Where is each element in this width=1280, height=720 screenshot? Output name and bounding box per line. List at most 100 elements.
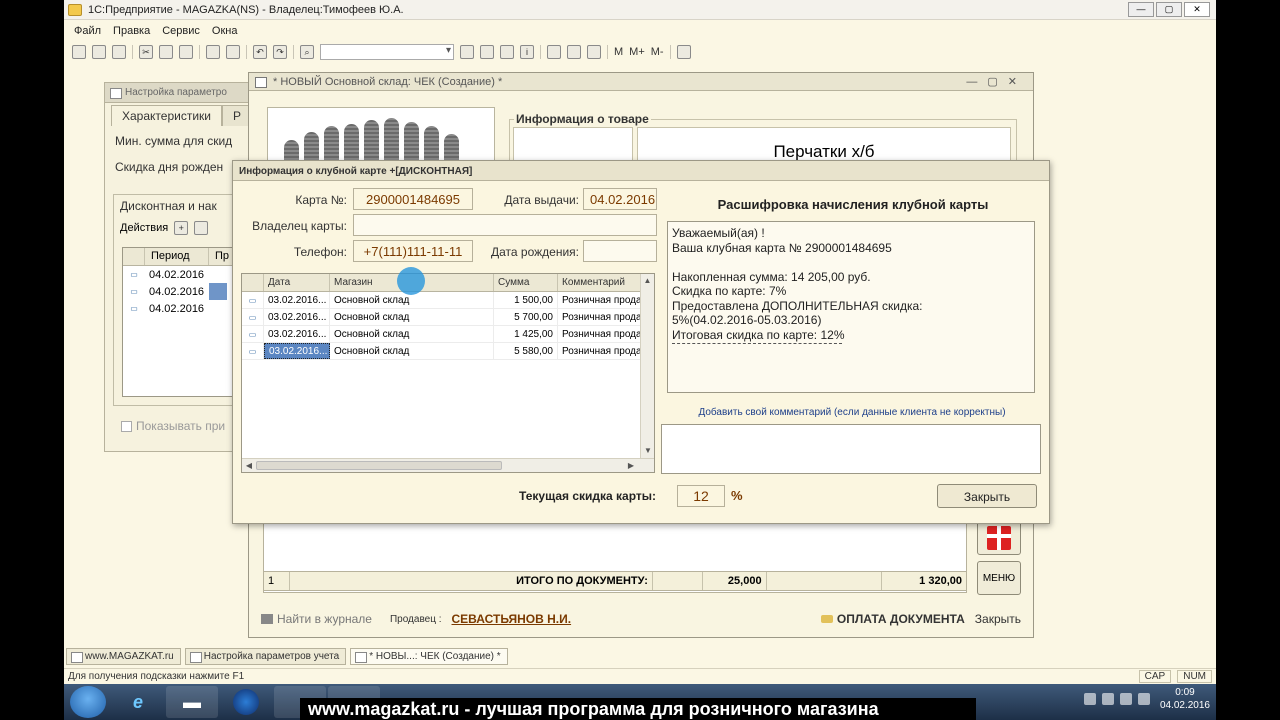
- add-icon[interactable]: +: [174, 221, 189, 235]
- open-icon[interactable]: [92, 45, 106, 59]
- new-doc-icon[interactable]: [72, 45, 86, 59]
- search-icon[interactable]: ⌕: [300, 45, 314, 59]
- find-in-journal[interactable]: Найти в журнале: [261, 612, 372, 626]
- issue-date-label: Дата выдачи:: [504, 193, 579, 207]
- window-tabs-bar: www.MAGAZKAT.ru Настройка параметров уче…: [64, 646, 1216, 666]
- calculator-icon[interactable]: [567, 45, 581, 59]
- users-icon[interactable]: [587, 45, 601, 59]
- promo-banner: www.magazkat.ru - лучшая программа для р…: [300, 698, 976, 720]
- bluetooth-icon[interactable]: [1101, 693, 1114, 705]
- app-logo-icon: [68, 3, 82, 16]
- memory-minus-button[interactable]: M-: [651, 46, 664, 58]
- volume-icon[interactable]: [1083, 693, 1096, 705]
- row-icon: ▭: [242, 292, 264, 308]
- decode-text-box: Уважаемый(ая) ! Ваша клубная карта № 290…: [667, 221, 1035, 393]
- menu-service[interactable]: Сервис: [158, 25, 204, 37]
- row-icon: ▭: [242, 343, 264, 359]
- comment-input[interactable]: [661, 424, 1041, 474]
- find-prev-icon[interactable]: [480, 45, 494, 59]
- card-number-field[interactable]: 2900001484695: [353, 188, 473, 210]
- toolbar: ✂ ↶ ↷ ⌕ i M M+ M-: [64, 42, 1216, 62]
- pay-document-button[interactable]: ОПЛАТА ДОКУМЕНТА: [820, 612, 965, 626]
- cut-icon[interactable]: ✂: [139, 45, 153, 59]
- tools-icon[interactable]: [676, 45, 691, 59]
- dialog-close-button[interactable]: Закрыть: [937, 484, 1037, 508]
- birth-date-field[interactable]: [583, 240, 657, 262]
- memory-button[interactable]: M: [614, 46, 623, 58]
- col-date[interactable]: Дата: [264, 274, 330, 291]
- menu-button[interactable]: МЕНЮ: [977, 561, 1021, 595]
- col-comment[interactable]: Комментарий: [558, 274, 642, 291]
- menu-windows[interactable]: Окна: [208, 25, 242, 37]
- product-info-legend: Информация о товаре: [514, 112, 651, 126]
- birth-date-label: Дата рождения:: [491, 245, 579, 259]
- gift-button[interactable]: [977, 521, 1021, 555]
- copy-icon[interactable]: [159, 45, 173, 59]
- print-icon[interactable]: [206, 45, 220, 59]
- col-sum[interactable]: Сумма: [494, 274, 558, 291]
- dialog-title: Информация о клубной карте +[ДИСКОНТНАЯ]: [233, 161, 1049, 181]
- add-copy-icon[interactable]: [194, 221, 209, 235]
- close-app-button[interactable]: ✕: [1184, 2, 1210, 17]
- decode-title: Расшифровка начисления клубной карты: [717, 197, 989, 212]
- money-icon: [820, 615, 833, 623]
- window-tab-settings[interactable]: Настройка параметров учета: [184, 647, 347, 665]
- menu-bar: Файл Правка Сервис Окна: [64, 22, 1216, 40]
- minimize-button[interactable]: —: [1128, 2, 1154, 17]
- discount-value: 12: [677, 485, 725, 507]
- desktop-screen: 1С:Предприятие - MAGAZKA(NS) - Владелец:…: [64, 0, 1216, 720]
- col-period[interactable]: Период: [145, 248, 209, 265]
- owner-field[interactable]: [353, 214, 657, 236]
- save-icon[interactable]: [112, 45, 126, 59]
- table-icon[interactable]: [547, 45, 561, 59]
- show-label: Показывать при: [136, 419, 226, 433]
- app-title: 1С:Предприятие - MAGAZKA(NS) - Владелец:…: [88, 3, 404, 16]
- tab-characteristics[interactable]: Характеристики: [111, 105, 222, 126]
- paste-icon[interactable]: [179, 45, 193, 59]
- menu-edit[interactable]: Правка: [109, 25, 154, 37]
- preview-icon[interactable]: [226, 45, 240, 59]
- table-row[interactable]: ▭ 03.02.2016... Основной склад 1 500,00 …: [242, 292, 654, 309]
- grid-vertical-scrollbar[interactable]: ▲ ▼: [640, 274, 654, 458]
- ie-icon[interactable]: e: [112, 686, 164, 718]
- memory-plus-button[interactable]: M+: [629, 46, 645, 58]
- flag-icon[interactable]: [1137, 693, 1150, 705]
- journal-icon: [261, 614, 273, 624]
- maximize-button[interactable]: ▢: [1156, 2, 1182, 17]
- windows-icon[interactable]: [500, 45, 514, 59]
- actions-menu[interactable]: Действия: [120, 222, 168, 234]
- check-window-controls[interactable]: —▢✕: [966, 75, 1027, 88]
- app-title-bar: 1С:Предприятие - MAGAZKA(NS) - Владелец:…: [64, 0, 1216, 20]
- check-close-button[interactable]: Закрыть: [975, 612, 1021, 626]
- seller-name[interactable]: СЕВАСТЬЯНОВ Н.И.: [452, 612, 572, 626]
- owner-label: Владелец карты:: [252, 219, 347, 233]
- search-combo[interactable]: [320, 44, 454, 60]
- window-tab-check[interactable]: * НОВЫ...: ЧЕК (Создание) *: [350, 647, 508, 665]
- show-checkbox[interactable]: [121, 420, 132, 432]
- comment-label: Добавить свой комментарий (если данные к…: [698, 407, 1006, 418]
- find-next-icon[interactable]: [460, 45, 474, 59]
- grid-horizontal-scrollbar[interactable]: ◀ ▶: [242, 458, 654, 472]
- media-player-icon[interactable]: [220, 686, 272, 718]
- network-icon[interactable]: [1119, 693, 1132, 705]
- undo-icon[interactable]: ↶: [253, 45, 267, 59]
- phone-label: Телефон:: [293, 245, 347, 259]
- purchases-grid: Дата Магазин Сумма Комментарий ▭ 03.02.2…: [241, 273, 655, 473]
- redo-icon[interactable]: ↷: [273, 45, 287, 59]
- seller-label: Продавец :: [389, 613, 442, 625]
- issue-date-field[interactable]: 04.02.2016: [583, 188, 657, 210]
- check-window-title: * НОВЫЙ Основной склад: ЧЕК (Создание) *: [273, 76, 503, 88]
- taskbar-app-icon[interactable]: ▬: [166, 686, 218, 718]
- table-row[interactable]: ▭ 03.02.2016... Основной склад 5 580,00 …: [242, 343, 654, 360]
- table-row[interactable]: ▭ 03.02.2016... Основной склад 1 425,00 …: [242, 326, 654, 343]
- club-card-dialog: Информация о клубной карте +[ДИСКОНТНАЯ]…: [232, 160, 1050, 524]
- info-icon[interactable]: i: [520, 45, 534, 59]
- gift-icon: [987, 526, 1011, 550]
- card-label: Карта №:: [295, 193, 347, 207]
- phone-field[interactable]: +7(111)111-11-11: [353, 240, 473, 262]
- table-row[interactable]: ▭ 03.02.2016... Основной склад 5 700,00 …: [242, 309, 654, 326]
- window-tab-site[interactable]: www.MAGAZKAT.ru: [66, 647, 181, 665]
- start-button[interactable]: [70, 686, 106, 718]
- menu-file[interactable]: Файл: [70, 25, 105, 37]
- clock[interactable]: 0:09 04.02.2016: [1160, 686, 1210, 712]
